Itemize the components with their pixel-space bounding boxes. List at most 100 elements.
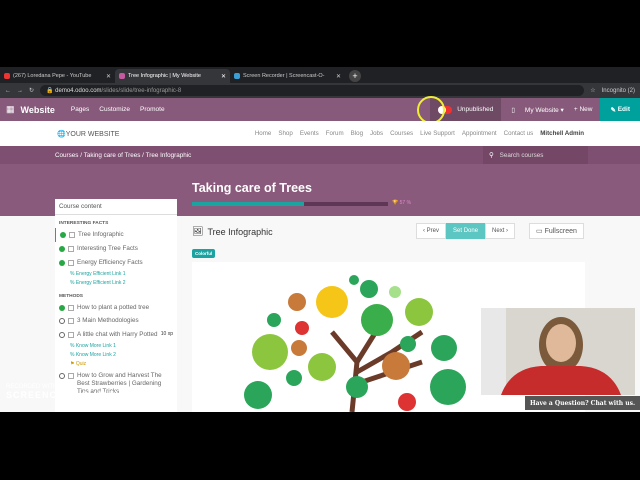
document-icon <box>68 318 74 325</box>
sidebar-lesson[interactable]: Energy Efficiency Facts <box>55 256 177 270</box>
nav-link[interactable]: Courses <box>390 130 413 137</box>
nav-link[interactable]: Blog <box>351 130 363 137</box>
sidebar-lesson[interactable]: Interesting Tree Facts <box>55 242 177 256</box>
lesson-label: A little chat with Harry Potted <box>77 331 158 339</box>
brand[interactable]: Website <box>21 105 55 115</box>
sidebar-lesson[interactable]: How to plant a potted tree <box>55 301 177 315</box>
browser-tab[interactable]: Tree Infographic | My Website ✕ <box>115 69 230 83</box>
tag-badge: Colorful <box>192 249 216 258</box>
check-circle-icon <box>59 245 65 252</box>
nav-link[interactable]: Home <box>255 130 272 137</box>
incognito-profile[interactable]: Incognito (2) <box>602 88 635 94</box>
nav-link[interactable]: Live Support <box>420 130 455 137</box>
progress-fill <box>192 202 304 206</box>
menu-promote[interactable]: Promote <box>140 106 165 113</box>
resource-link[interactable]: % Energy Efficient Link 2 <box>55 279 177 288</box>
prev-button[interactable]: ‹ Prev <box>416 223 447 239</box>
star-icon[interactable]: ☆ <box>590 87 595 94</box>
address-bar-row: ← → ↻ 🔒 demo4.odoo.com/slides/slide/tree… <box>0 83 640 98</box>
browser-tab-strip: (267) Loredana Pepe - YouTube ✕ Tree Infog… <box>0 67 640 83</box>
resource-link[interactable]: % Energy Efficient Link 1 <box>55 270 177 279</box>
new-button[interactable]: + New <box>574 106 593 113</box>
prev-label: Prev <box>426 228 440 234</box>
user-menu[interactable]: Mitchell Admin <box>540 130 584 137</box>
site-navbar: 🌐YOUR WEBSITE Home Shop Events Forum Blog Job… <box>0 121 640 146</box>
menu-pages[interactable]: Pages <box>71 106 89 113</box>
browser-tab[interactable]: Screen Recorder | Screencast-O- ✕ <box>230 69 345 83</box>
screencast-watermark: RECORDED WITH SCREENCAST-O-MATIC <box>6 384 126 400</box>
apps-grid-icon[interactable]: ▦ <box>6 104 15 115</box>
site-logo[interactable]: 🌐YOUR WEBSITE <box>57 130 119 138</box>
slide-title-text: Tree Infographic <box>207 226 273 237</box>
browser-tab[interactable]: (267) Loredana Pepe - YouTube ✕ <box>0 69 115 83</box>
link-label: Energy Efficient Link 2 <box>75 279 126 286</box>
screencast-icon <box>234 73 240 79</box>
lesson-label: 3 Main Methodologies <box>77 317 139 325</box>
sidebar-header: Course content <box>55 199 177 215</box>
close-tab-icon[interactable]: ✕ <box>221 73 226 80</box>
sidebar-lesson[interactable]: A little chat with Harry Potted 10 xp <box>55 328 177 342</box>
close-tab-icon[interactable]: ✕ <box>106 73 111 80</box>
breadcrumb: Courses / Taking care of Trees / Tree In… <box>0 146 640 164</box>
empty-circle-icon <box>59 332 65 339</box>
document-icon <box>68 373 74 380</box>
tab-label: Tree Infographic | My Website <box>128 73 201 79</box>
reload-icon[interactable]: ↻ <box>29 87 34 94</box>
crumb-courses[interactable]: Courses <box>55 152 78 159</box>
link-label: Know More Link 1 <box>75 343 116 350</box>
nav-link[interactable]: Shop <box>278 130 292 137</box>
edit-button[interactable]: ✎ Edit <box>600 98 640 121</box>
progress-bar <box>192 202 388 206</box>
nav-link[interactable]: Appointment <box>462 130 497 137</box>
fullscreen-button[interactable]: ▭ Fullscreen <box>529 223 584 239</box>
website-label: My Website <box>524 106 559 114</box>
live-chat-button[interactable]: Have a Question? Chat with us. <box>525 396 640 410</box>
new-tab-icon[interactable]: + <box>349 70 361 82</box>
sidebar-lesson[interactable]: Tree Infographic <box>55 228 177 242</box>
menu-customize[interactable]: Customize <box>99 106 130 113</box>
forward-icon[interactable]: → <box>17 88 23 94</box>
tab-label: (267) Loredana Pepe - YouTube <box>13 73 92 79</box>
set-done-button[interactable]: Set Done <box>446 223 486 239</box>
resource-link[interactable]: % Know More Link 2 <box>55 351 177 360</box>
search-input[interactable]: ⚲ Search courses <box>483 146 588 164</box>
back-icon[interactable]: ← <box>5 88 11 94</box>
cursor-highlight <box>417 96 445 124</box>
trophy-icon: 🏆 <box>392 200 399 206</box>
url-host: demo4.odoo.com <box>55 87 102 94</box>
link-label: Energy Efficient Link 1 <box>75 270 126 277</box>
odoo-icon <box>119 73 125 79</box>
mobile-preview-icon[interactable]: ▯ <box>511 106 515 114</box>
close-tab-icon[interactable]: ✕ <box>336 73 341 80</box>
crumb-course[interactable]: Taking care of Trees <box>84 152 141 159</box>
lesson-label: Energy Efficiency Facts <box>77 258 143 266</box>
quiz-link[interactable]: ⚑ Quiz <box>55 360 177 369</box>
nav-link[interactable]: Jobs <box>370 130 383 137</box>
tab-label: Screen Recorder | Screencast-O- <box>243 73 325 79</box>
document-icon <box>68 245 74 252</box>
sidebar-lesson[interactable]: 3 Main Methodologies <box>55 314 177 328</box>
next-button[interactable]: Next › <box>485 223 516 239</box>
course-title: Taking care of Trees <box>192 181 312 195</box>
document-icon <box>69 232 75 238</box>
search-placeholder: Search courses <box>499 151 544 159</box>
monitor-icon: ▭ <box>536 228 543 235</box>
youtube-icon <box>4 73 10 79</box>
nav-link[interactable]: Events <box>300 130 319 137</box>
nav-link[interactable]: Contact us <box>504 130 534 137</box>
resource-link[interactable]: % Know More Link 1 <box>55 342 177 351</box>
link-label: Know More Link 2 <box>75 352 116 359</box>
nav-link[interactable]: Forum <box>326 130 344 137</box>
new-label: New <box>579 106 593 113</box>
site-links: Home Shop Events Forum Blog Jobs Courses Live S… <box>255 130 584 137</box>
quiz-label: Quiz <box>75 361 87 368</box>
edit-label: Edit <box>617 106 630 113</box>
course-sidebar: Course content INTERESTING FACTS Tree Inf… <box>55 199 177 412</box>
document-icon <box>68 332 74 339</box>
webcam-feed <box>481 308 621 395</box>
lock-icon: 🔒 <box>46 88 56 94</box>
check-circle-icon <box>59 259 65 266</box>
website-switcher[interactable]: My Website ▾ <box>525 106 564 114</box>
check-circle-icon <box>59 304 65 311</box>
url-input[interactable]: 🔒 demo4.odoo.com/slides/slide/tree-infog… <box>40 85 585 96</box>
